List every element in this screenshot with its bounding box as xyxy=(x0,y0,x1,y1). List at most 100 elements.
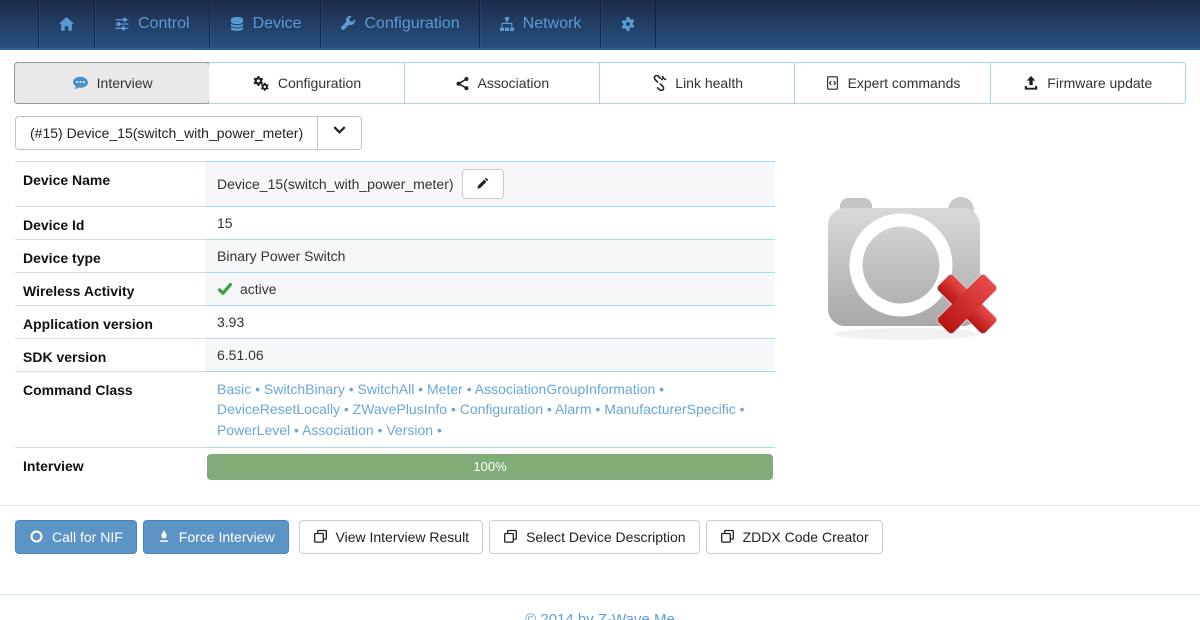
device-selector-value[interactable]: (#15) Device_15(switch_with_power_meter) xyxy=(16,117,317,149)
device-details-table: Device Name Device_15(switch_with_power_m… xyxy=(15,161,775,486)
row-value: Binary Power Switch xyxy=(205,239,775,272)
select-device-description-button[interactable]: Select Device Description xyxy=(489,519,700,554)
table-row-application-version: Application version 3.93 xyxy=(15,305,775,338)
row-label: Interview xyxy=(15,446,205,486)
clone-icon xyxy=(720,529,735,544)
chevron-down-icon xyxy=(332,123,347,143)
home-icon xyxy=(58,16,75,33)
row-value: 15 xyxy=(205,206,775,239)
device-selector-caret-button[interactable] xyxy=(317,117,361,149)
bullet-separator: • xyxy=(339,401,353,418)
wrench-icon xyxy=(340,16,356,32)
device-tab-bar: Interview Configuration Association Link he… xyxy=(14,62,1186,104)
command-class-link[interactable]: AssociationGroupInformation xyxy=(475,381,656,397)
device-name-value: Device_15(switch_with_power_meter) xyxy=(217,176,454,192)
tab-configuration[interactable]: Configuration xyxy=(209,63,405,103)
command-class-link[interactable]: DeviceResetLocally xyxy=(217,401,340,417)
tab-label: Firmware update xyxy=(1047,75,1153,91)
tab-label: Link health xyxy=(675,75,743,91)
command-class-link[interactable]: ManufacturerSpecific xyxy=(604,401,736,417)
command-class-link[interactable]: Association xyxy=(302,422,374,438)
tab-expert-commands[interactable]: Expert commands xyxy=(795,63,991,103)
tab-label: Association xyxy=(477,75,550,91)
interview-progress-bar: 100% xyxy=(207,453,773,480)
status-text: active xyxy=(240,281,277,297)
table-row-device-name: Device Name Device_15(switch_with_power_m… xyxy=(15,161,775,206)
sliders-icon xyxy=(114,16,130,32)
gears-icon xyxy=(252,75,270,91)
command-class-link[interactable]: Meter xyxy=(427,381,463,397)
row-label: Application version xyxy=(15,305,205,338)
command-class-link[interactable]: Configuration xyxy=(460,401,543,417)
tab-label: Interview xyxy=(96,75,153,91)
pen-drop-icon xyxy=(157,529,171,544)
bullet-separator: • xyxy=(373,421,387,438)
command-class-link[interactable]: Version xyxy=(386,422,433,438)
row-label: Wireless Activity xyxy=(15,272,205,305)
command-class-link[interactable]: Basic xyxy=(217,381,251,397)
nav-item-network[interactable]: Network xyxy=(478,0,601,48)
clone-icon xyxy=(503,529,518,544)
nav-item-settings[interactable] xyxy=(600,0,657,48)
command-class-link[interactable]: Alarm xyxy=(555,401,592,417)
nav-item-label: Network xyxy=(522,15,582,32)
nav-item-control[interactable]: Control xyxy=(94,0,209,48)
bullet-separator: • xyxy=(251,381,264,397)
chain-broken-icon xyxy=(651,75,667,91)
circle-o-icon xyxy=(29,529,44,544)
row-label: Device Name xyxy=(15,161,205,206)
tab-link-health[interactable]: Link health xyxy=(599,63,796,103)
actions-toolbar: Call for NIF Force Interview View Intervie… xyxy=(0,504,1200,568)
file-code-icon xyxy=(825,75,840,91)
button-label: View Interview Result xyxy=(335,528,470,545)
zwave-expert-ui-page: Control Device Configuration Network Interv… xyxy=(0,0,1200,620)
bullet-separator: • xyxy=(462,381,475,397)
top-navbar: Control Device Configuration Network xyxy=(0,0,1200,50)
sitemap-icon xyxy=(499,16,515,32)
command-class-link[interactable]: ZWavePlusInfo xyxy=(353,401,447,417)
row-value: 3.93 xyxy=(205,305,775,338)
tab-interview[interactable]: Interview xyxy=(14,62,211,104)
view-interview-result-button[interactable]: View Interview Result xyxy=(298,519,484,554)
zddx-code-creator-button[interactable]: ZDDX Code Creator xyxy=(705,519,883,554)
comment-icon xyxy=(72,75,89,92)
bullet-separator: • xyxy=(591,401,605,418)
device-selector: (#15) Device_15(switch_with_power_meter) xyxy=(15,116,363,150)
edit-device-name-button[interactable] xyxy=(461,169,504,199)
call-for-nif-button[interactable]: Call for NIF xyxy=(15,519,137,554)
force-interview-button[interactable]: Force Interview xyxy=(142,519,289,554)
check-icon xyxy=(217,281,233,297)
row-label: Device type xyxy=(15,239,205,272)
tab-association[interactable]: Association xyxy=(404,63,600,103)
row-value: active xyxy=(205,272,775,305)
bullet-separator: • xyxy=(414,381,428,397)
nav-item-label: Device xyxy=(252,15,302,32)
nav-item-device[interactable]: Device xyxy=(208,0,321,48)
table-row-device-id: Device Id 15 xyxy=(15,206,775,239)
command-class-link[interactable]: SwitchBinary xyxy=(264,381,345,397)
row-value: 6.51.06 xyxy=(205,338,775,371)
bullet-separator: • xyxy=(543,401,555,418)
bullet-separator: • xyxy=(655,381,665,397)
nav-item-home[interactable] xyxy=(38,0,94,48)
tab-firmware-update[interactable]: Firmware update xyxy=(990,63,1185,103)
bullet-separator: • xyxy=(433,421,442,438)
tab-label: Expert commands xyxy=(847,75,961,91)
table-row-wireless-activity: Wireless Activity active xyxy=(15,272,775,305)
footer-copyright-link[interactable]: © 2014 by Z-Wave.Me xyxy=(525,611,675,620)
table-row-sdk-version: SDK version 6.51.06 xyxy=(15,338,775,371)
command-class-link[interactable]: SwitchAll xyxy=(358,381,415,397)
nav-item-configuration[interactable]: Configuration xyxy=(320,0,478,48)
footer: © 2014 by Z-Wave.Me xyxy=(0,593,1200,620)
table-row-command-class: Command Class Basic • SwitchBinary • Swit… xyxy=(15,371,775,447)
nav-item-label: Configuration xyxy=(364,15,460,32)
table-row-interview: Interview 100% xyxy=(15,446,775,486)
command-class-link[interactable]: PowerLevel xyxy=(217,422,290,438)
share-icon xyxy=(455,76,470,91)
button-label: Call for NIF xyxy=(52,528,123,545)
table-row-device-type: Device type Binary Power Switch xyxy=(15,239,775,272)
nav-item-label: Control xyxy=(138,15,190,32)
row-value: Basic • SwitchBinary • SwitchAll • Meter… xyxy=(205,371,775,447)
bullet-separator: • xyxy=(344,381,358,397)
bullet-separator: • xyxy=(447,401,460,418)
